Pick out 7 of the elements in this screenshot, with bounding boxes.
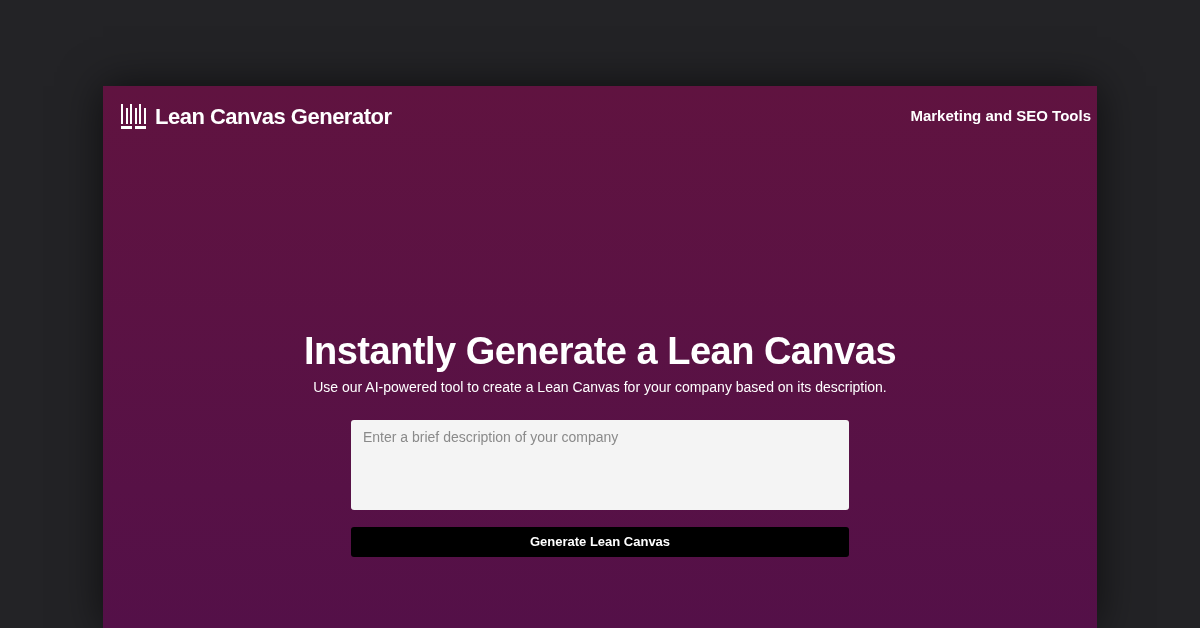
hero-subtitle: Use our AI-powered tool to create a Lean Canvas for your company based on its description. — [313, 378, 887, 397]
logo-icon — [121, 103, 147, 130]
site-title[interactable]: Lean Canvas Generator — [155, 100, 392, 133]
generate-button[interactable]: Generate Lean Canvas — [351, 527, 849, 557]
nav-link[interactable]: Marketing and SEO Tools — [910, 105, 1091, 128]
hero-title: Instantly Generate a Lean Canvas — [303, 329, 897, 373]
description-field[interactable]: Enter a brief description of your company — [351, 420, 849, 510]
